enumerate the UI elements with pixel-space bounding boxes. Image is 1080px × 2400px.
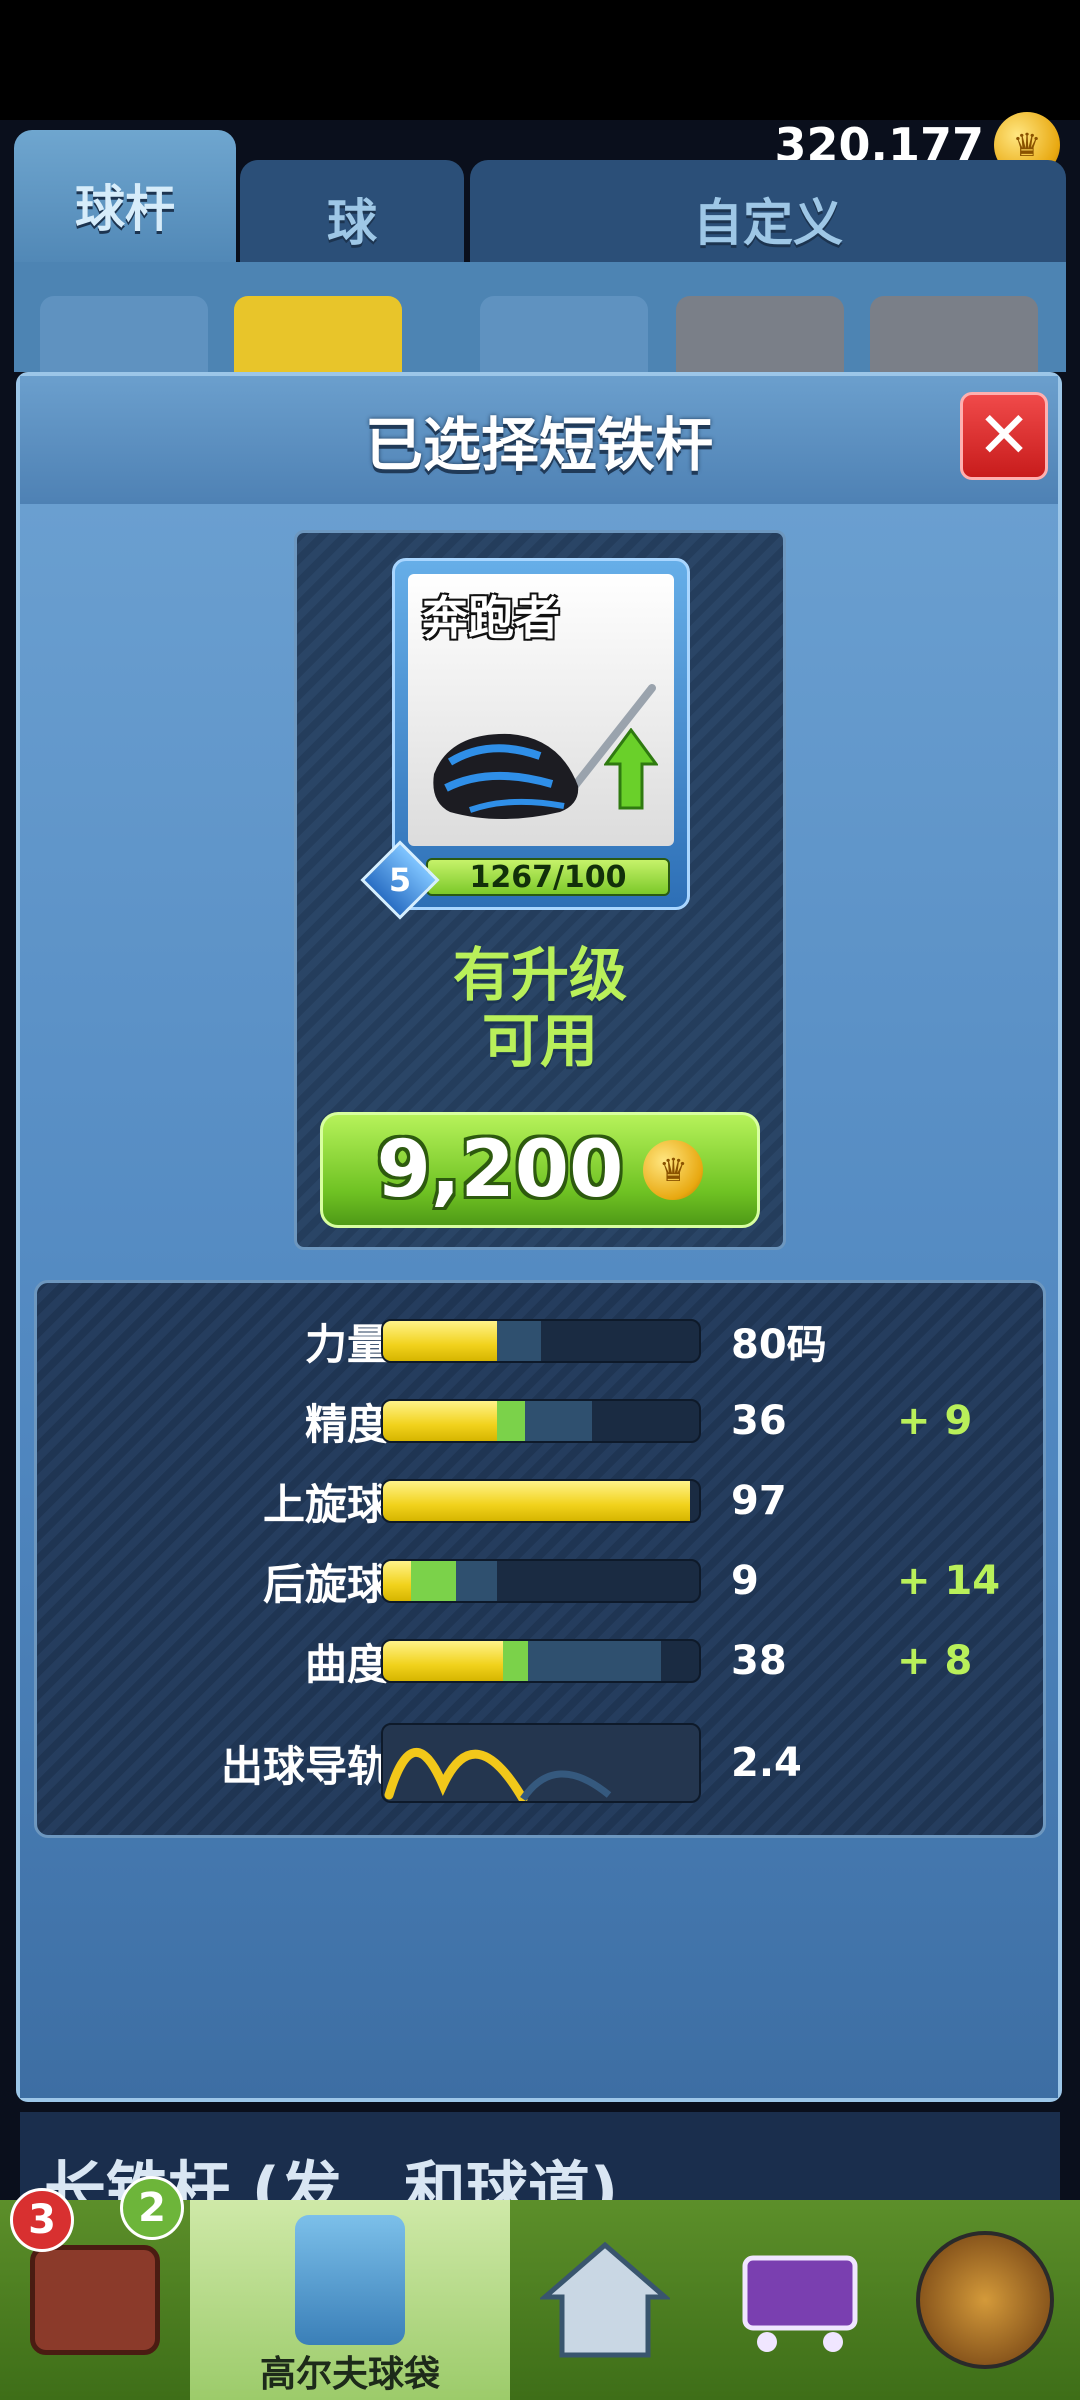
upgrade-available-text: 有升级 可用 xyxy=(452,941,627,1075)
tab-clubs[interactable]: 球杆 xyxy=(14,130,236,280)
upgrade-arrow-icon xyxy=(604,728,658,810)
stat-bar xyxy=(381,1399,701,1443)
nav-clan[interactable] xyxy=(890,2200,1080,2400)
nav-home[interactable] xyxy=(510,2200,700,2400)
stat-bar xyxy=(381,1319,701,1363)
status-bar xyxy=(0,0,1080,120)
stat-row-curve: 曲度 38 + 8 xyxy=(304,1638,973,1689)
golf-bag-icon xyxy=(295,2215,405,2345)
stat-row-topspin: 上旋球 97 xyxy=(262,1478,787,1529)
club-name: 奔跑者 xyxy=(422,591,560,645)
stat-row-backspin: 后旋球 9 + 14 xyxy=(262,1558,1001,1609)
upgrade-price: 9,200 xyxy=(376,1125,624,1215)
tv-icon xyxy=(30,2245,160,2355)
tv-badge-green: 2 xyxy=(120,2176,184,2240)
home-icon xyxy=(540,2241,670,2358)
tiger-emblem-icon xyxy=(916,2231,1054,2369)
stat-bar xyxy=(381,1479,701,1523)
stat-row-accuracy: 精度 36 + 9 xyxy=(304,1398,973,1449)
stat-bar xyxy=(381,1639,701,1683)
stat-row-power: 力量 80码 xyxy=(304,1319,827,1369)
ball-guide-graphic xyxy=(381,1723,701,1803)
nav-shop[interactable] xyxy=(700,2200,890,2400)
crown-coin-icon: ♛ xyxy=(643,1140,704,1200)
club-level: 5 xyxy=(388,861,412,899)
tv-badge-red: 3 xyxy=(10,2188,74,2252)
stats-panel: 力量 80码 精度 36 + 9 上旋球 97 后旋球 9 + 14 曲度 38… xyxy=(34,1280,1046,1838)
close-button[interactable]: ✕ xyxy=(960,392,1048,480)
upgrade-button[interactable]: 9,200 ♛ xyxy=(320,1112,760,1228)
shopping-cart-icon xyxy=(742,2255,858,2352)
stat-bar xyxy=(381,1559,701,1603)
dialog-title: 已选择短铁杆 xyxy=(364,411,713,479)
tab-balls[interactable]: 球 xyxy=(240,160,464,278)
stat-row-ball-guide: 出球导轨 2.4 xyxy=(37,1723,1049,1803)
tab-customize[interactable]: 自定义 xyxy=(470,160,1066,278)
card-progress: 1267/100 xyxy=(426,858,670,896)
nav-golf-bag-label: 高尔夫球袋 xyxy=(259,2354,440,2395)
ball-guide-arc-icon xyxy=(384,1748,612,1801)
